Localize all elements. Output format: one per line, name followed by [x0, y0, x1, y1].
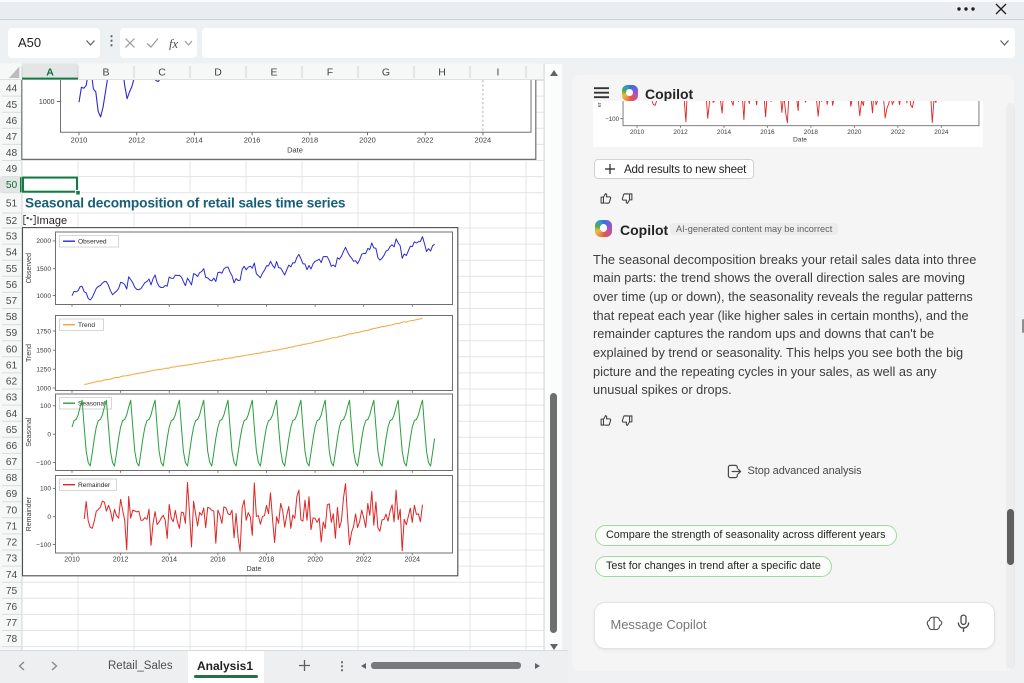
svg-text:45: 45: [6, 100, 18, 111]
svg-text:71: 71: [6, 521, 18, 532]
svg-text:Remainder: Remainder: [26, 496, 33, 531]
svg-text:56: 56: [6, 280, 18, 291]
svg-text:54: 54: [6, 248, 18, 259]
svg-text:2014: 2014: [186, 136, 203, 145]
svg-text:2022: 2022: [417, 136, 434, 145]
svg-text:72: 72: [6, 538, 18, 549]
svg-text:2024: 2024: [405, 557, 421, 564]
svg-text:er: er: [597, 102, 603, 107]
svg-text:2010: 2010: [71, 136, 88, 145]
svg-text:55: 55: [6, 264, 18, 275]
svg-text:66: 66: [6, 441, 18, 452]
svg-text:2016: 2016: [210, 557, 226, 564]
svg-text:48: 48: [6, 148, 18, 159]
svg-text:73: 73: [6, 554, 18, 565]
svg-text:2018: 2018: [804, 129, 819, 136]
svg-text:74: 74: [6, 570, 18, 581]
svg-text:68: 68: [6, 473, 18, 484]
svg-text:0: 0: [47, 514, 51, 521]
svg-text:Observed: Observed: [26, 253, 33, 283]
svg-text:77: 77: [6, 618, 18, 629]
svg-text:60: 60: [6, 344, 18, 355]
svg-text:Trend: Trend: [78, 322, 95, 329]
svg-text:1500: 1500: [36, 348, 51, 355]
svg-text:Seasonal decomposition of reta: Seasonal decomposition of retail sales t…: [25, 196, 346, 211]
svg-text:62: 62: [6, 377, 18, 388]
svg-text:2020: 2020: [847, 129, 862, 136]
svg-text:Date: Date: [247, 566, 262, 573]
svg-text:2016: 2016: [244, 136, 261, 145]
svg-text:2018: 2018: [259, 557, 275, 564]
svg-text:44: 44: [6, 84, 18, 95]
svg-text:47: 47: [6, 132, 18, 143]
svg-text:50: 50: [6, 180, 18, 191]
svg-text:2010: 2010: [630, 129, 645, 136]
svg-text:E: E: [270, 67, 277, 79]
svg-text:−100: −100: [605, 116, 619, 123]
svg-text:58: 58: [6, 312, 18, 323]
svg-text:46: 46: [6, 116, 18, 127]
svg-text:78: 78: [6, 634, 18, 645]
svg-text:100: 100: [40, 486, 51, 493]
svg-text:−100: −100: [36, 542, 51, 549]
svg-text:69: 69: [6, 489, 18, 500]
svg-text:0: 0: [47, 432, 51, 439]
svg-text:2012: 2012: [113, 557, 129, 564]
svg-text:1000: 1000: [36, 293, 51, 300]
svg-text:2000: 2000: [36, 238, 51, 245]
svg-text:D: D: [214, 67, 222, 79]
svg-text:F: F: [327, 67, 333, 79]
svg-text:57: 57: [6, 296, 18, 307]
svg-text:64: 64: [6, 409, 18, 420]
svg-text:75: 75: [6, 586, 18, 597]
svg-text:Date: Date: [287, 146, 303, 155]
svg-text:Observed: Observed: [78, 239, 107, 246]
svg-text:1000: 1000: [36, 385, 51, 392]
svg-text:100: 100: [40, 403, 51, 410]
svg-text:C: C: [158, 67, 166, 79]
svg-text:2024: 2024: [934, 129, 949, 136]
svg-text:A: A: [46, 67, 54, 79]
svg-text:Image: Image: [37, 215, 68, 227]
svg-text:61: 61: [6, 361, 18, 372]
svg-text:I: I: [497, 67, 500, 79]
svg-text:67: 67: [6, 457, 18, 468]
svg-text:1250: 1250: [36, 367, 51, 374]
svg-text:2018: 2018: [301, 136, 318, 145]
svg-text:Date: Date: [793, 136, 807, 143]
svg-text:2010: 2010: [64, 557, 80, 564]
svg-text:2020: 2020: [359, 136, 376, 145]
svg-text:63: 63: [6, 393, 18, 404]
svg-text:2016: 2016: [760, 129, 775, 136]
svg-text:49: 49: [6, 164, 18, 175]
svg-text:65: 65: [6, 425, 18, 436]
svg-text:2022: 2022: [891, 129, 906, 136]
svg-text:1500: 1500: [36, 266, 51, 273]
svg-text:1000: 1000: [39, 99, 55, 106]
svg-text:2024: 2024: [475, 136, 492, 145]
svg-text:2012: 2012: [673, 129, 688, 136]
svg-text:B: B: [102, 67, 109, 79]
svg-text:70: 70: [6, 505, 18, 516]
svg-text:51: 51: [6, 198, 18, 209]
svg-text:2020: 2020: [307, 557, 323, 564]
svg-text:52: 52: [6, 216, 18, 227]
svg-text:2022: 2022: [356, 557, 372, 564]
svg-text:H: H: [438, 67, 446, 79]
svg-text:2012: 2012: [128, 136, 145, 145]
svg-text:Seasonal: Seasonal: [26, 417, 33, 447]
svg-text:2014: 2014: [161, 557, 177, 564]
svg-text:G: G: [382, 67, 390, 79]
svg-text:Remainder: Remainder: [78, 482, 111, 489]
svg-text:Trend: Trend: [26, 344, 33, 362]
svg-text:−100: −100: [36, 460, 51, 467]
svg-text:59: 59: [6, 328, 18, 339]
svg-text:53: 53: [6, 232, 18, 243]
svg-text:1750: 1750: [36, 328, 51, 335]
svg-text:2014: 2014: [717, 129, 732, 136]
svg-text:76: 76: [6, 602, 18, 613]
